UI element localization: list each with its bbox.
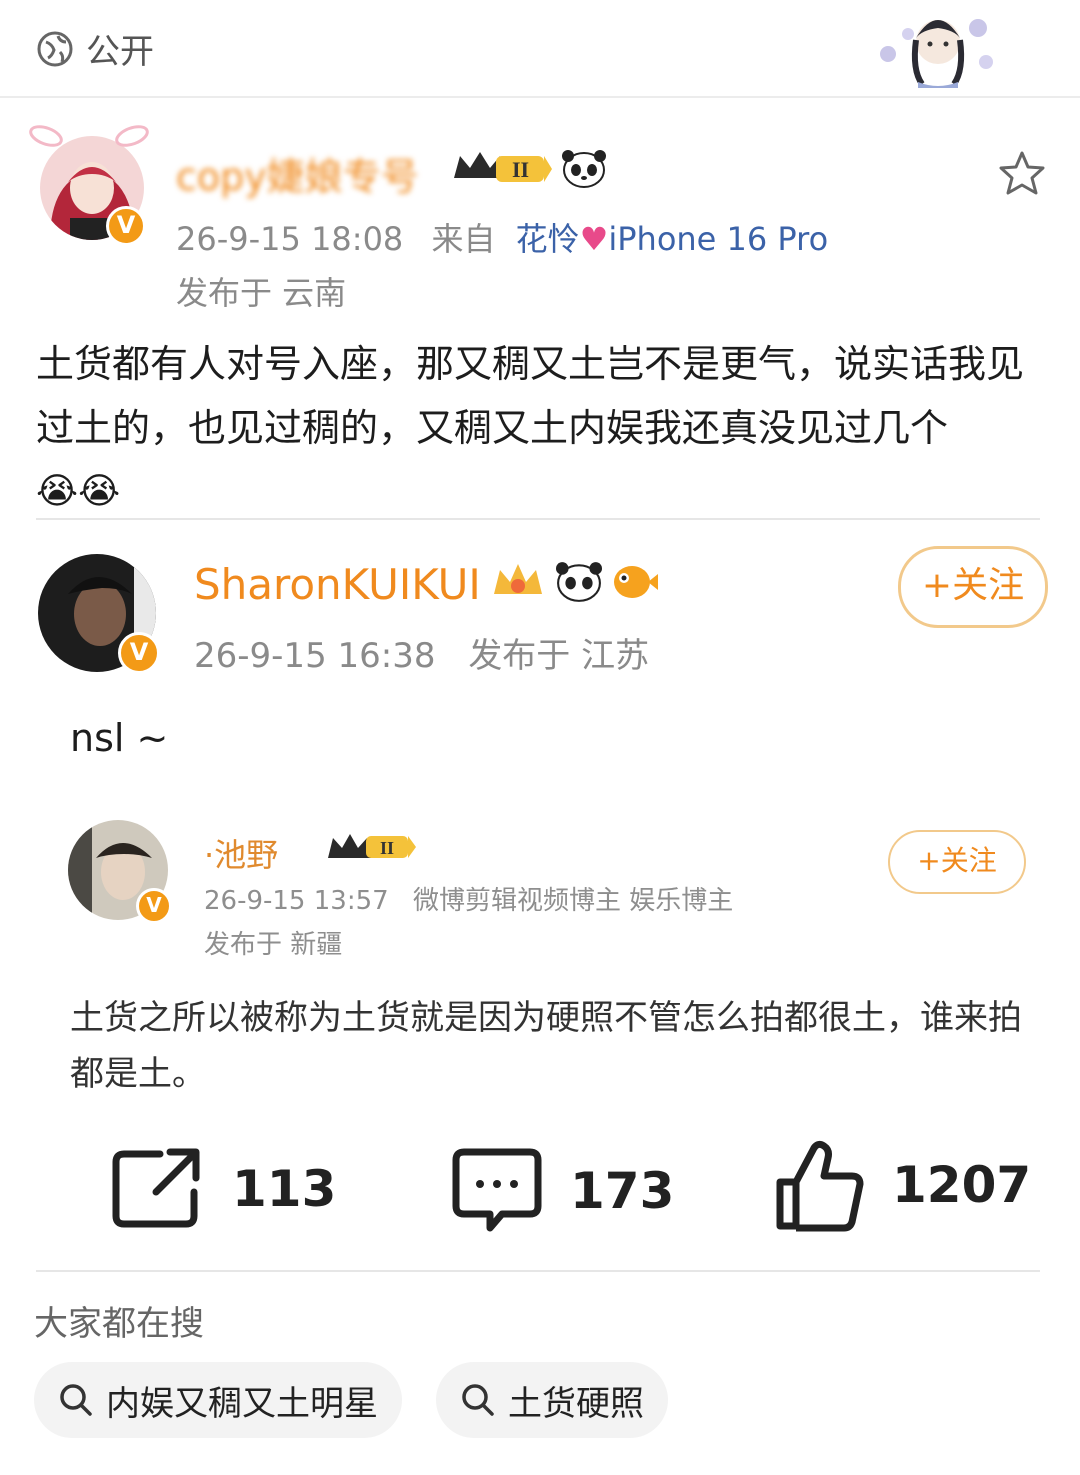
- post-meta: 26-9-15 18:08 来自 花怜♥iPhone 16 Pro: [176, 214, 828, 260]
- search-icon: [60, 1384, 92, 1416]
- search-section-title: 大家都在搜: [34, 1304, 204, 1344]
- decor-avatar-icon[interactable]: [868, 4, 1000, 88]
- comment-count: 173: [570, 1162, 675, 1220]
- like-action[interactable]: 1207: [774, 1138, 1031, 1232]
- vip-level-text: II: [380, 838, 394, 858]
- search-chip[interactable]: 内娱又稠又土明星: [34, 1362, 402, 1438]
- search-icon: [462, 1384, 494, 1416]
- panda-icon: [562, 150, 606, 188]
- thumbs-up-icon: [776, 1140, 864, 1232]
- post-location: 发布于 云南: [176, 274, 347, 312]
- quoted-tags: 微博剪辑视频博主 娱乐博主: [412, 886, 734, 916]
- repost-author-name[interactable]: SharonKUIKUI: [194, 560, 481, 609]
- post-text: 土货都有人对号入座，那又稠又土岂不是更气，说实话我见过土的，也见过稠的，又稠又土…: [36, 342, 1025, 450]
- repost-location: 发布于 江苏: [468, 636, 650, 676]
- visibility-label[interactable]: 公开: [86, 24, 154, 73]
- search-chip-label: 内娱又稠又土明星: [106, 1383, 378, 1424]
- search-chip[interactable]: 土货硬照: [436, 1362, 668, 1438]
- repost-meta: 26-9-15 16:38 发布于 江苏: [194, 628, 649, 677]
- like-count: 1207: [892, 1156, 1032, 1214]
- pufferfish-icon: [614, 566, 658, 598]
- verified-badge-icon: V: [106, 206, 146, 246]
- quoted-author-name[interactable]: ·池野: [204, 830, 278, 876]
- quoted-content: 土货之所以被称为土货就是因为硬照不管怎么拍都很土，谁来拍都是土。: [70, 998, 1022, 1094]
- panda-icon: [556, 562, 602, 602]
- crying-emoji: 😭😭: [36, 471, 121, 512]
- globe-icon: [37, 31, 73, 67]
- quoted-meta: 26-9-15 13:57 微博剪辑视频博主 娱乐博主: [204, 880, 733, 917]
- search-chip-label: 土货硬照: [508, 1383, 644, 1424]
- quoted-timestamp: 26-9-15 13:57: [204, 886, 389, 916]
- repost-count: 113: [232, 1160, 337, 1218]
- star-favorite-icon[interactable]: [998, 150, 1046, 196]
- author-name[interactable]: copy婕娘专号: [176, 146, 419, 201]
- heart-icon: ♥: [579, 220, 609, 258]
- source-prefix: 来自: [431, 220, 496, 258]
- follow-button[interactable]: +关注: [898, 546, 1048, 628]
- source-name[interactable]: 花怜: [516, 220, 580, 258]
- verified-badge-icon: V: [136, 888, 172, 924]
- repost-timestamp: 26-9-15 16:38: [194, 636, 436, 676]
- comment-icon: [452, 1148, 542, 1232]
- share-icon: [112, 1148, 200, 1228]
- post-timestamp: 26-9-15 18:08: [176, 220, 404, 258]
- divider: [36, 1270, 1040, 1272]
- comment-action[interactable]: 173: [450, 1146, 674, 1236]
- verified-badge-icon: V: [118, 632, 160, 674]
- vip-crown-icon: II: [450, 148, 554, 188]
- divider: [36, 518, 1040, 520]
- bunny-ears-icon: [29, 125, 149, 147]
- post-content: 土货都有人对号入座，那又稠又土岂不是更气，说实话我见过土的，也见过稠的，又稠又土…: [36, 332, 1048, 524]
- repost-content: nsl ~: [70, 716, 169, 760]
- quoted-location: 发布于 新疆: [204, 930, 343, 960]
- quoted-follow-button[interactable]: +关注: [888, 830, 1026, 894]
- vip-crown-icon: [494, 564, 542, 594]
- repost-action[interactable]: 113: [110, 1146, 336, 1232]
- vip-level-text: II: [512, 157, 529, 182]
- device-name[interactable]: iPhone 16 Pro: [608, 220, 828, 258]
- vip-crown-icon: II: [328, 834, 416, 858]
